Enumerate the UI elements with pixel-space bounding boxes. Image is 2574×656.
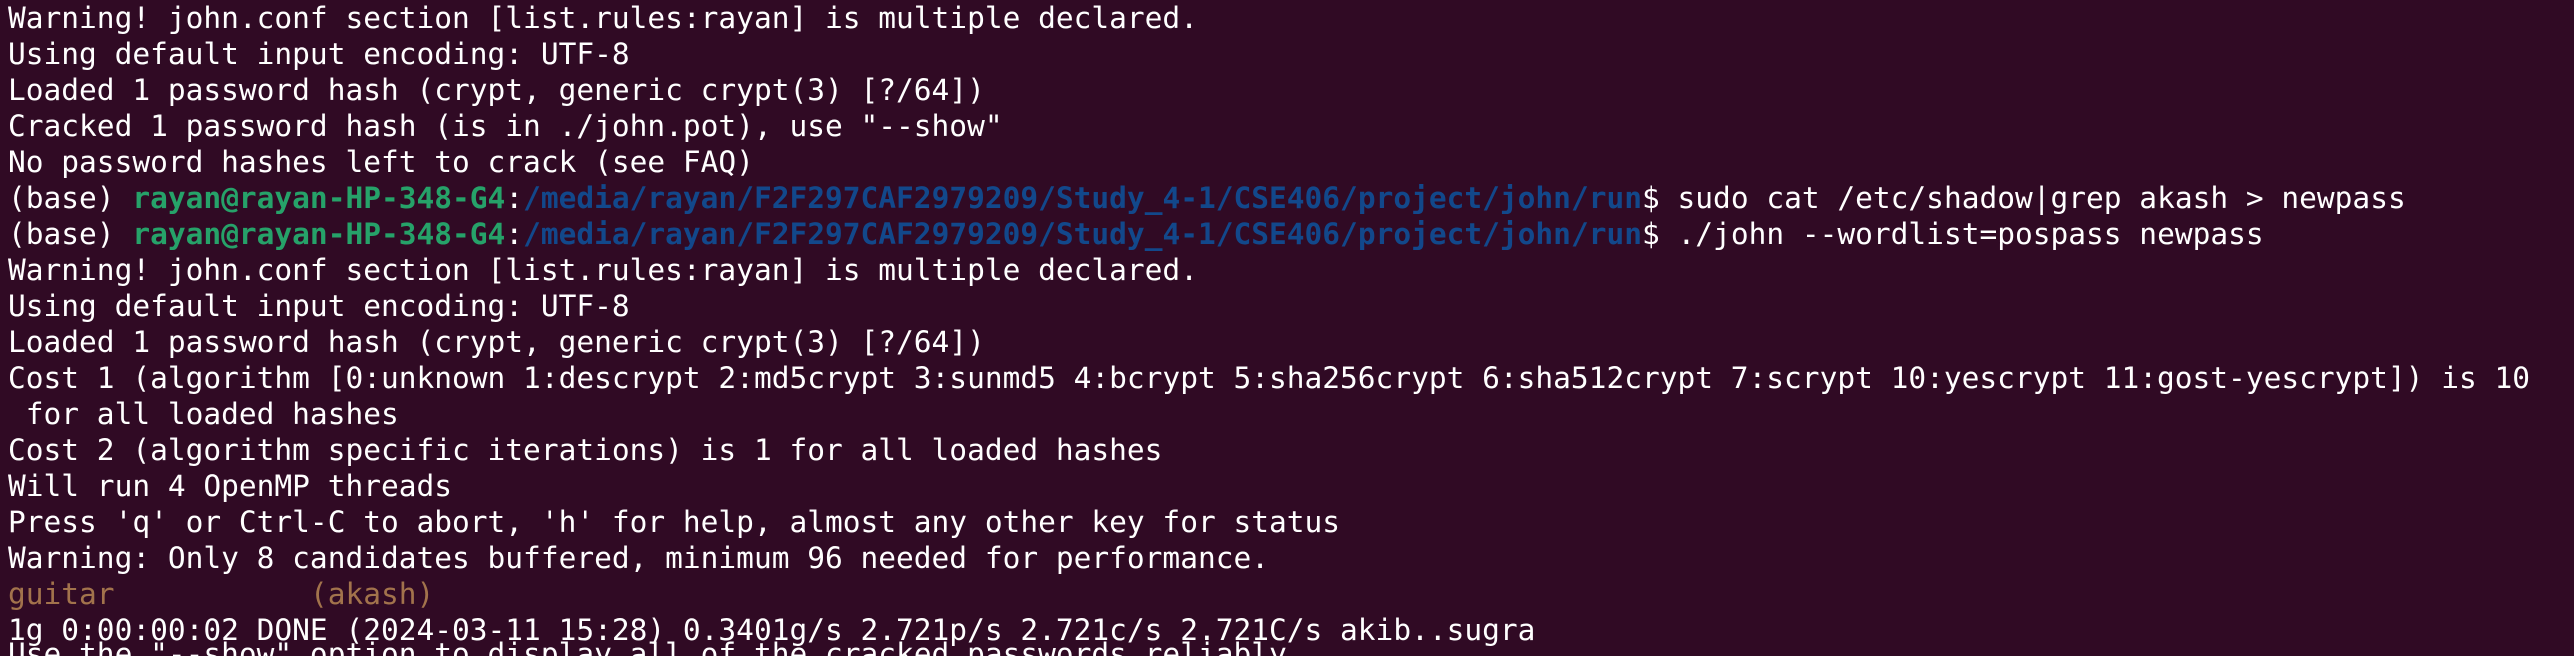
output-line: Cracked 1 password hash (is in ./john.po… <box>8 109 1003 143</box>
output-line: Using default input encoding: UTF-8 <box>8 37 630 71</box>
output-line: Warning: Only 8 candidates buffered, min… <box>8 541 1269 575</box>
prompt-path: /media/rayan/F2F297CAF2979209/Study_4-1/… <box>523 217 1642 251</box>
prompt-dollar: $ <box>1642 181 1678 215</box>
output-line: Using default input encoding: UTF-8 <box>8 289 630 323</box>
output-line: Press 'q' or Ctrl-C to abort, 'h' for he… <box>8 505 1341 539</box>
output-line: Loaded 1 password hash (crypt, generic c… <box>8 73 985 107</box>
terminal-window[interactable]: Warning! john.conf section [list.rules:r… <box>0 0 2574 656</box>
cracked-spacing <box>115 577 310 611</box>
output-line: Warning! john.conf section [list.rules:r… <box>8 1 1198 35</box>
prompt-colon: : <box>505 217 524 251</box>
output-line: for all loaded hashes <box>8 397 399 431</box>
prompt-line: (base) rayan@rayan-HP-348-G4:/media/raya… <box>8 180 2574 216</box>
output-line-partial: Use the "--show" option to display all o… <box>8 637 1287 656</box>
prompt-line: (base) rayan@rayan-HP-348-G4:/media/raya… <box>8 216 2574 252</box>
output-line: Will run 4 OpenMP threads <box>8 469 453 503</box>
command-text: sudo cat /etc/shadow|grep akash > newpas… <box>1677 181 2406 215</box>
output-line: Warning! john.conf section [list.rules:r… <box>8 253 1198 287</box>
output-line: Loaded 1 password hash (crypt, generic c… <box>8 325 985 359</box>
prompt-dollar: $ <box>1642 217 1678 251</box>
cracked-result-line: guitar (akash) <box>8 576 2574 612</box>
command-text: ./john --wordlist=pospass newpass <box>1677 217 2264 251</box>
conda-env-label: (base) <box>8 181 133 215</box>
cracked-account: (akash) <box>309 577 435 611</box>
output-line: Cost 2 (algorithm specific iterations) i… <box>8 433 1163 467</box>
prompt-user-host: rayan@rayan-HP-348-G4 <box>132 217 506 251</box>
output-line: No password hashes left to crack (see FA… <box>8 145 754 179</box>
prompt-colon: : <box>505 181 524 215</box>
cracked-password: guitar <box>8 577 115 611</box>
prompt-path: /media/rayan/F2F297CAF2979209/Study_4-1/… <box>523 181 1642 215</box>
output-line: Cost 1 (algorithm [0:unknown 1:descrypt … <box>8 361 2530 395</box>
prompt-user-host: rayan@rayan-HP-348-G4 <box>132 181 506 215</box>
conda-env-label: (base) <box>8 217 133 251</box>
